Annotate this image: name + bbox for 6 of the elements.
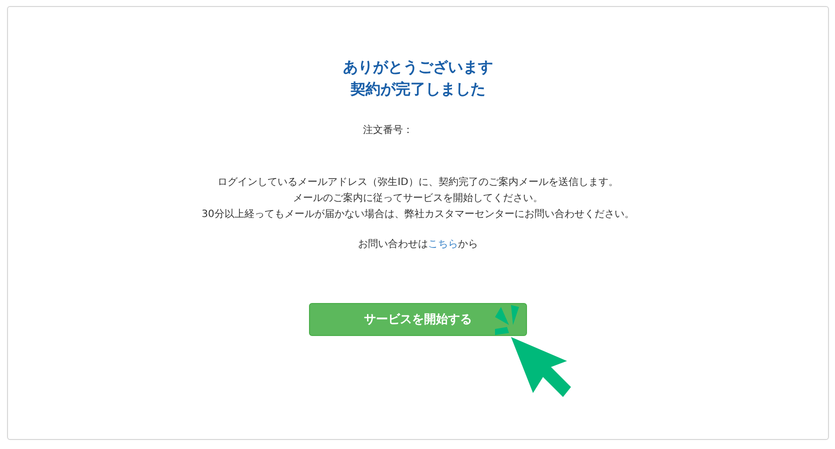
message-text: ログインしているメールアドレス（弥生ID）に、契約完了のご案内メールを送信します。 メールのご案内に従ってサービスを開始してください。 30分以上経ってもメールが届かない場合は、弊社カスタマーセンターにお問い合わせください。 — [202, 176, 634, 222]
page-title: ありがとうございます 契約が完了しました — [343, 57, 493, 100]
contact-link[interactable]: こちら — [428, 239, 458, 250]
contact-text: お問い合わせはこちらから — [358, 238, 478, 251]
order-number-label: 注文番号： — [363, 124, 413, 137]
start-service-button[interactable]: サービスを開始する — [309, 303, 527, 336]
